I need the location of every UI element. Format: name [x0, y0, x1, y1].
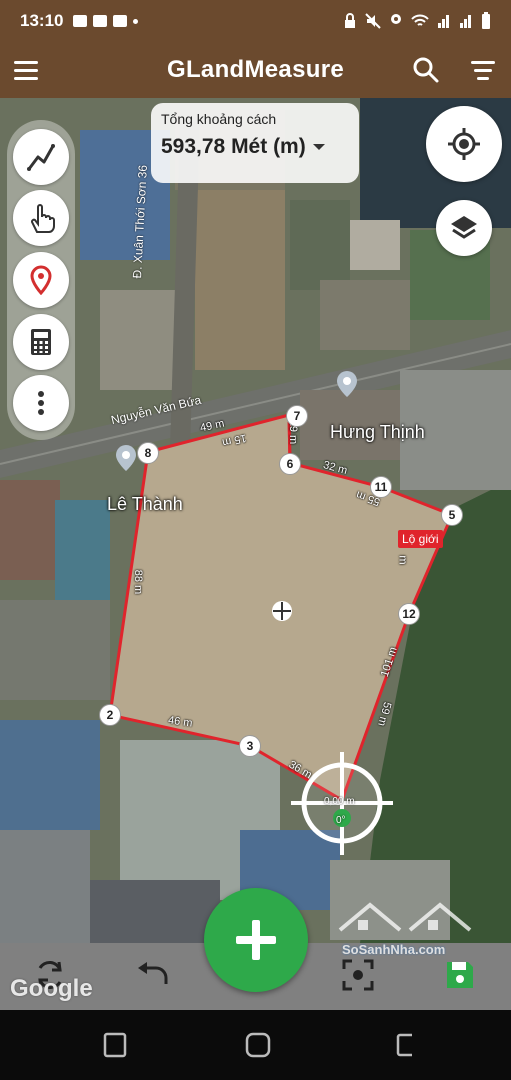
left-toolbar [7, 120, 75, 440]
more-notifications-icon [133, 18, 139, 24]
signal-icon [460, 15, 471, 28]
vertex-marker[interactable]: 6 [279, 453, 301, 475]
google-attribution: Google [10, 975, 93, 1002]
wifi-icon [411, 14, 429, 26]
polyline-icon [27, 143, 55, 171]
add-point-button[interactable] [204, 888, 308, 992]
undo-button[interactable] [132, 955, 172, 995]
total-distance-card[interactable]: Tổng khoảng cách 593,78 Mét (m) [151, 103, 359, 183]
more-vertical-icon [38, 391, 44, 416]
crosshair-distance: 0,00 m [324, 796, 355, 807]
place-pin-icon[interactable] [336, 370, 358, 398]
crosshair-angle: 0° [336, 815, 346, 826]
more-options-button[interactable] [13, 375, 69, 432]
my-location-button[interactable] [426, 106, 502, 182]
watermark: SoSanhNha.com [330, 890, 480, 980]
mute-icon [365, 13, 381, 29]
location-status-icon [391, 14, 401, 24]
lo-gioi-badge: Lộ giới [398, 530, 443, 548]
battery-icon [482, 12, 490, 29]
touch-mode-button[interactable] [13, 190, 69, 247]
notification-icons [73, 15, 139, 27]
app-bar: GLandMeasure [0, 42, 511, 98]
map-layers-button[interactable] [436, 200, 492, 256]
vertex-marker[interactable]: 12 [398, 603, 420, 625]
back-icon[interactable] [390, 1032, 420, 1058]
calculator-button[interactable] [13, 313, 69, 370]
add-marker-button[interactable] [13, 251, 69, 308]
watermark-text: SoSanhNha.com [342, 942, 446, 957]
satellite-map[interactable]: Nguyễn Văn Bứa Đ. Xuân Thới Sơn 36 Hưng … [0, 98, 511, 943]
vertex-marker[interactable]: 11 [370, 476, 392, 498]
system-nav-bar [0, 1010, 511, 1080]
menu-button[interactable] [14, 56, 44, 84]
app-title: GLandMeasure [167, 56, 344, 83]
vertex-marker[interactable]: 7 [286, 405, 308, 427]
search-icon[interactable] [410, 54, 442, 86]
signal-icon [438, 15, 449, 28]
distance-unit-selector[interactable]: 593,78 Mét (m) [161, 135, 349, 159]
system-icons [343, 12, 491, 30]
layers-icon [451, 216, 477, 239]
dimension-label: 88 m [132, 569, 145, 595]
gallery-icon [73, 15, 88, 27]
place-le-thanh[interactable]: Lê Thành [107, 494, 183, 515]
lock-icon [345, 13, 355, 28]
vertex-marker[interactable]: 3 [239, 735, 261, 757]
plus-icon [236, 920, 276, 960]
place-pin-icon[interactable] [115, 444, 137, 472]
filter-button[interactable] [468, 56, 498, 84]
watermark-houses-logo [338, 902, 472, 932]
caret-down-icon [312, 144, 325, 150]
calculator-icon [31, 328, 51, 355]
vertex-marker[interactable]: 5 [441, 504, 463, 526]
youtube-icon [93, 15, 108, 27]
youtube-icon [113, 15, 128, 27]
undo-icon [138, 962, 168, 984]
place-hung-thinh[interactable]: Hưng Thịnh [330, 422, 425, 443]
location-pin-icon [30, 265, 52, 295]
dimension-label: m [396, 555, 409, 565]
map-imagery [0, 98, 511, 943]
vertex-marker[interactable]: 2 [99, 704, 121, 726]
vertex-marker[interactable]: 8 [137, 442, 159, 464]
status-bar: 13:10 [0, 0, 511, 42]
hand-pointer-icon [31, 204, 55, 234]
status-time: 13:10 [20, 11, 64, 30]
total-distance-caption: Tổng khoảng cách [161, 111, 277, 127]
home-icon[interactable] [243, 1032, 273, 1058]
recent-apps-icon[interactable] [102, 1032, 132, 1058]
total-distance-value: 593,78 Mét (m) [161, 135, 306, 158]
measure-line-button[interactable] [13, 128, 69, 185]
gps-target-icon [448, 128, 480, 160]
